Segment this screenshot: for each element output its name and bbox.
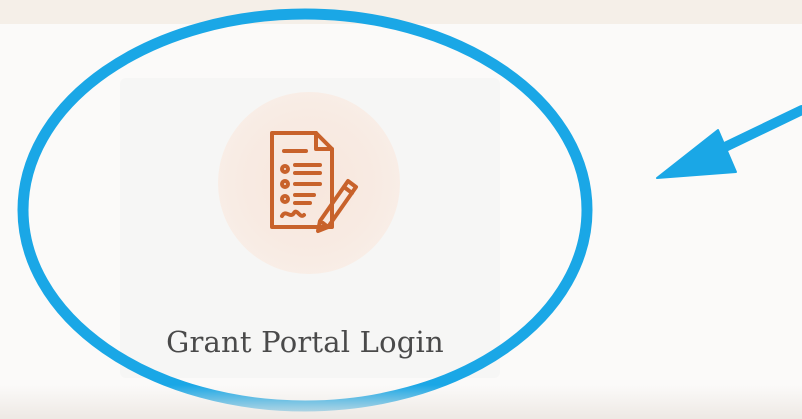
page: Grant Portal Login (0, 0, 802, 419)
grant-portal-login-link[interactable] (120, 78, 500, 378)
pointer-arrow-icon (656, 105, 802, 179)
bottom-fade (0, 385, 802, 419)
top-strip (0, 0, 802, 24)
